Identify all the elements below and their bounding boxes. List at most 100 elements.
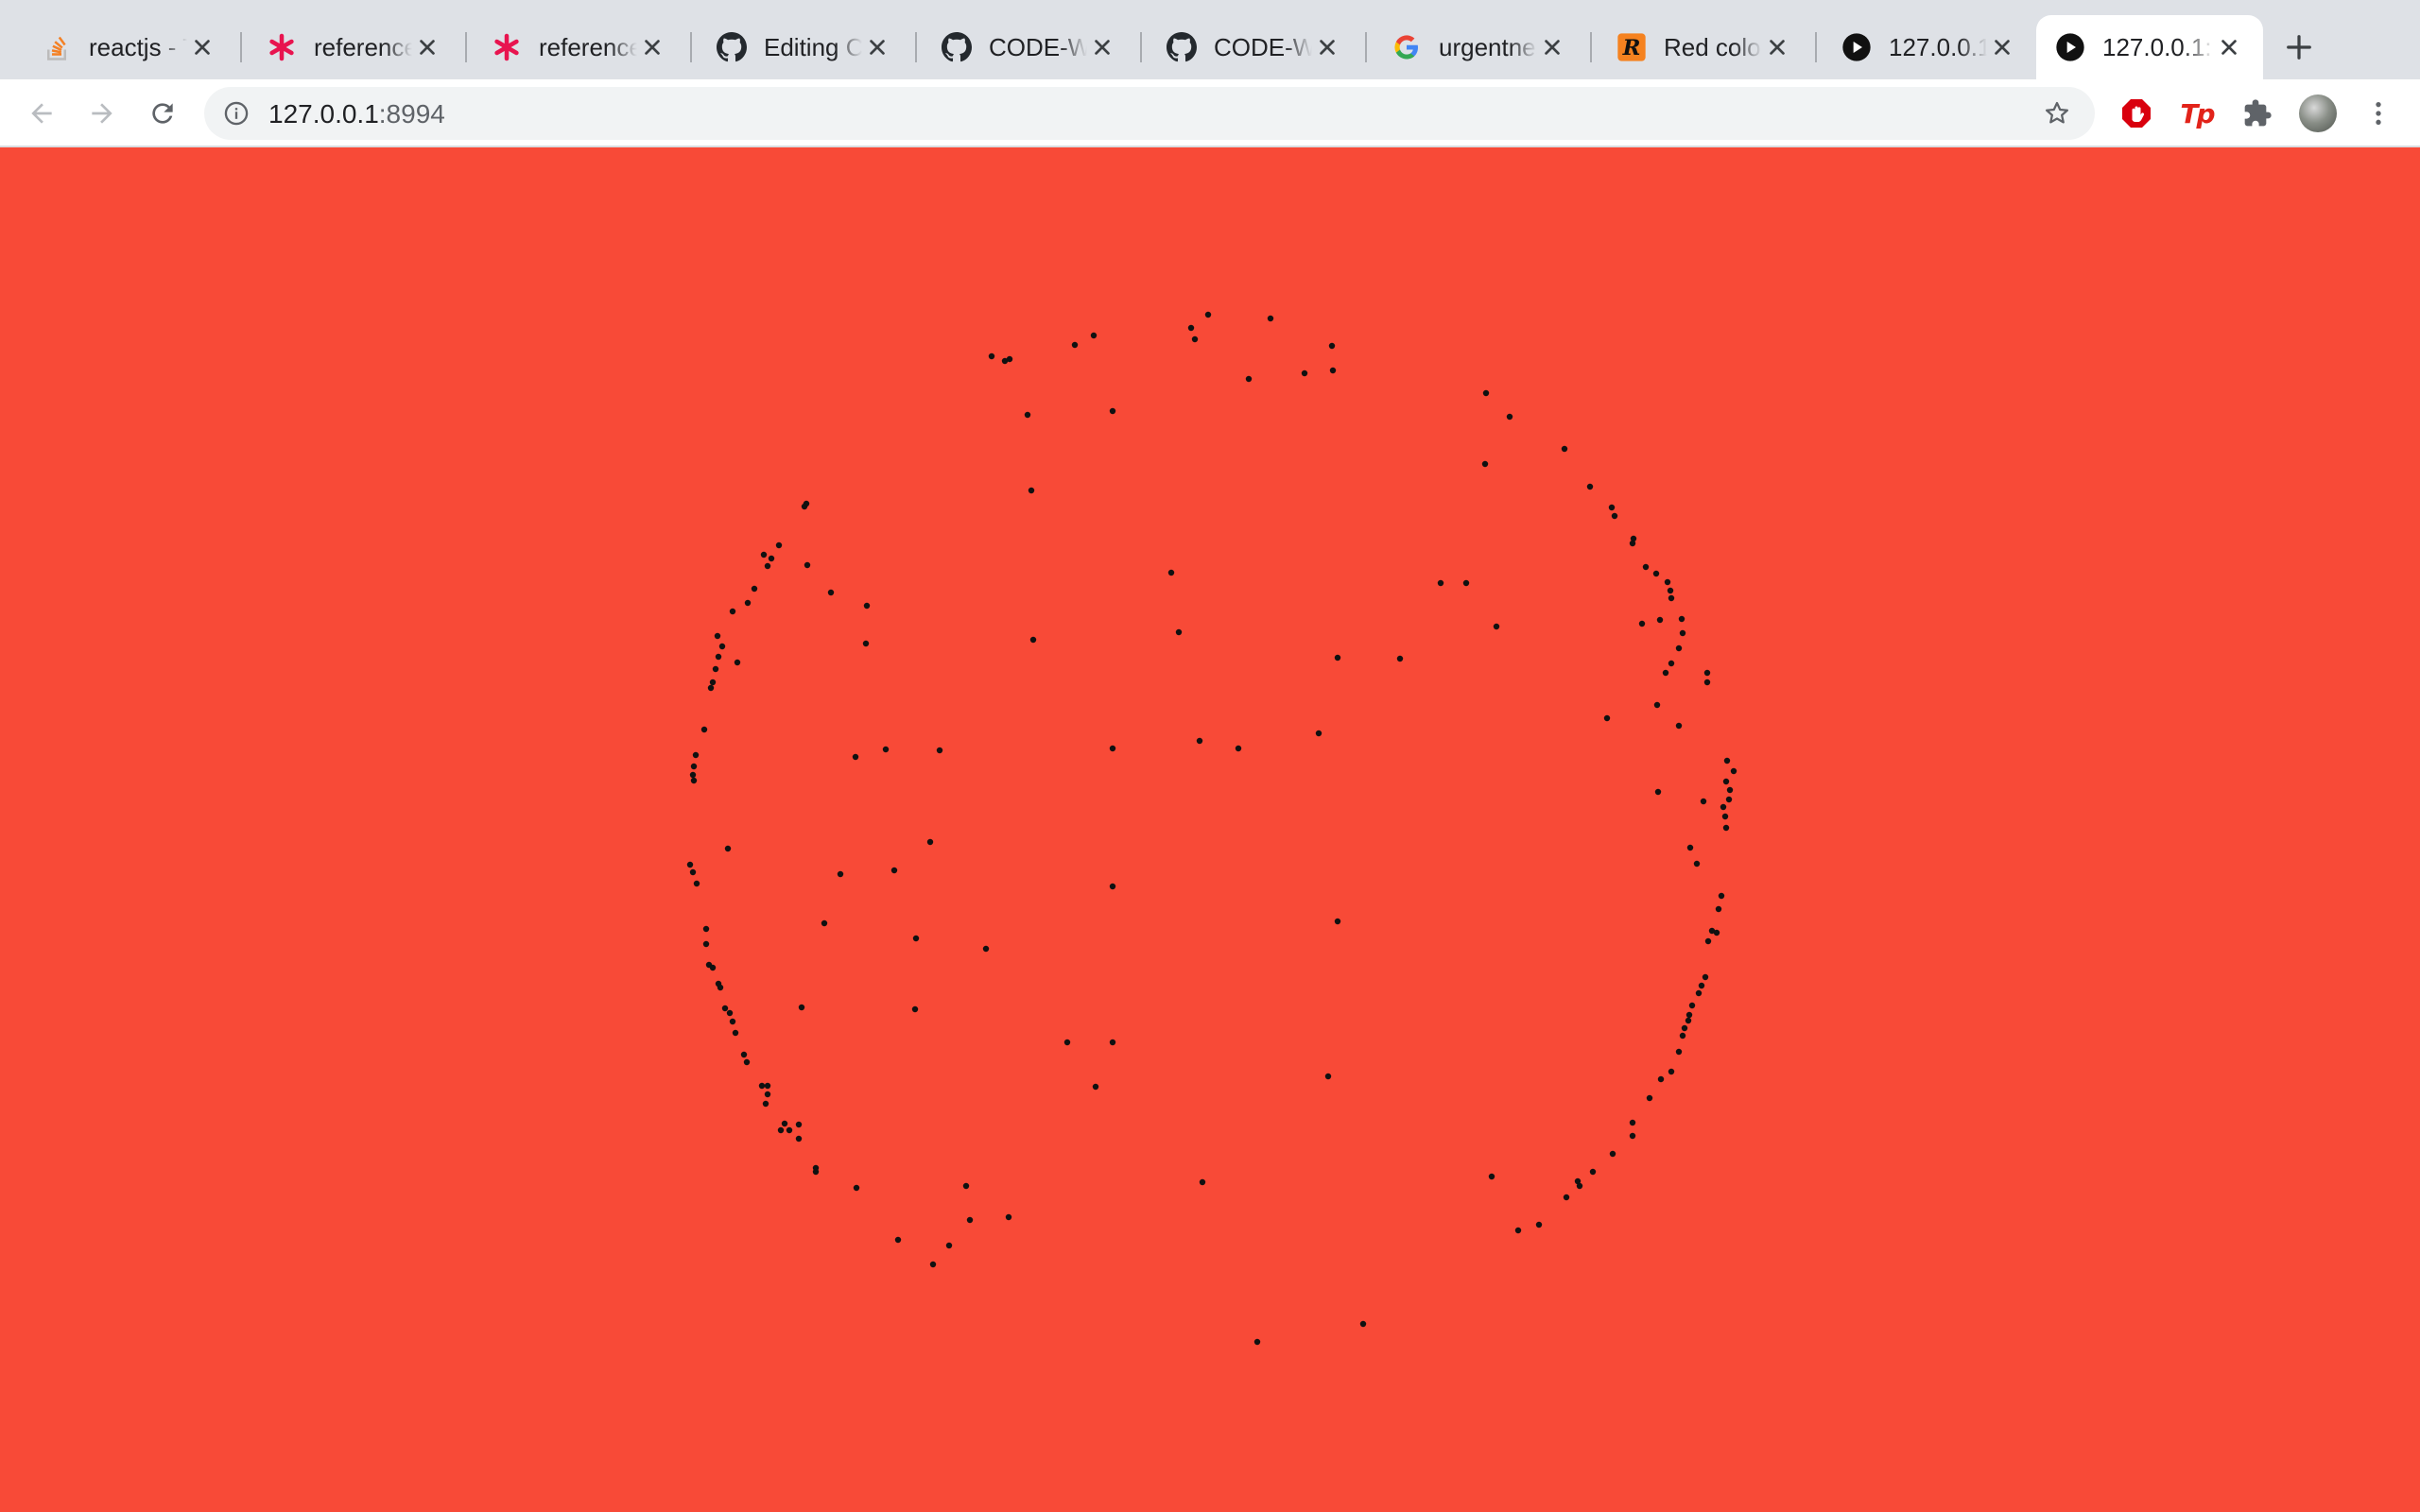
close-icon[interactable] — [1312, 32, 1342, 62]
particle-dot — [821, 919, 828, 927]
particle-dot — [1167, 569, 1175, 576]
particle-dot — [1702, 973, 1709, 981]
particle-dot — [1481, 460, 1489, 468]
arrow-left-icon — [31, 103, 52, 124]
asterisk-icon — [492, 32, 522, 62]
particle-dot — [1024, 411, 1031, 419]
particle-dot — [721, 1005, 729, 1012]
particle-dot — [1589, 1168, 1597, 1176]
particle-dot — [1664, 578, 1671, 586]
close-icon[interactable] — [862, 32, 892, 62]
particle-dot — [1686, 844, 1694, 851]
particle-dot — [862, 640, 870, 647]
particle-dot — [962, 1182, 970, 1190]
close-icon[interactable] — [1087, 32, 1117, 62]
particle-dot — [775, 541, 783, 549]
browser-menu-button[interactable] — [2358, 93, 2399, 134]
url-text[interactable]: 127.0.0.1:8994 — [268, 99, 445, 129]
close-icon[interactable] — [1537, 32, 1567, 62]
particle-dot — [717, 984, 724, 991]
close-icon[interactable] — [1762, 32, 1792, 62]
tab[interactable]: urgentnes — [1373, 15, 1586, 79]
tab[interactable]: R Red color — [1598, 15, 1811, 79]
tab[interactable]: CODE-WO — [923, 15, 1136, 79]
extensions-button[interactable] — [2237, 93, 2278, 134]
back-button[interactable] — [21, 93, 62, 134]
reload-button[interactable] — [142, 93, 183, 134]
particle-dot — [1109, 883, 1116, 890]
particle-dot — [729, 608, 736, 615]
particle-dot — [803, 500, 810, 507]
new-tab-button[interactable] — [2278, 26, 2320, 68]
profile-button[interactable] — [2297, 93, 2339, 134]
particle-dot — [744, 599, 752, 607]
particle-dot — [911, 1005, 919, 1013]
close-icon[interactable] — [637, 32, 667, 62]
particle-dot — [863, 602, 871, 610]
stackoverflow-icon — [42, 32, 72, 62]
tab-active[interactable]: 127.0.0.1: — [2036, 15, 2263, 79]
particle-dot — [1723, 757, 1731, 765]
particle-dot — [812, 1164, 820, 1172]
adblock-extension-button[interactable] — [2116, 93, 2157, 134]
particle-dot — [1703, 679, 1711, 686]
tab[interactable]: Editing CO — [698, 15, 911, 79]
close-icon[interactable] — [187, 32, 217, 62]
particle-dot — [686, 861, 694, 868]
particle-dot — [1668, 1068, 1675, 1075]
tab[interactable]: CODE-WO — [1148, 15, 1361, 79]
tab-separator — [1140, 32, 1142, 62]
particle-dot — [852, 753, 859, 761]
close-icon[interactable] — [412, 32, 442, 62]
particle-dot — [1187, 324, 1195, 332]
bookmark-star-icon[interactable] — [2040, 96, 2074, 130]
particle-dot — [1668, 594, 1675, 602]
particle-dot — [1662, 669, 1669, 677]
particle-dot — [1329, 367, 1337, 374]
tab-separator — [1365, 32, 1367, 62]
particle-dot — [1204, 311, 1212, 318]
kebab-menu-icon — [2376, 102, 2381, 125]
particle-dot — [1629, 540, 1636, 547]
site-info-icon[interactable] — [221, 98, 251, 129]
particle-dot — [1006, 355, 1013, 363]
particle-dot — [1656, 616, 1664, 624]
tab-title: 127.0.0.1: — [1889, 32, 1987, 61]
particle-dot — [1681, 1024, 1688, 1032]
particle-dot — [768, 555, 775, 562]
tab[interactable]: reactjs - T — [23, 15, 236, 79]
particle-dot — [740, 1051, 748, 1058]
close-icon[interactable] — [2214, 32, 2244, 62]
particle-dot — [1725, 796, 1733, 803]
particle-dot — [912, 935, 920, 942]
particle-dot — [1721, 813, 1729, 820]
particle-dot — [1718, 892, 1725, 900]
particle-dot — [1561, 445, 1568, 453]
tab-strip: reactjs - T reference reference Editing CO C… — [0, 0, 2420, 79]
tab-separator — [1815, 32, 1817, 62]
tab[interactable]: 127.0.0.1: — [1823, 15, 2036, 79]
particle-dot — [1611, 512, 1618, 520]
particle-dot — [1668, 660, 1675, 667]
particle-dot — [894, 1236, 902, 1244]
tab[interactable]: reference — [473, 15, 686, 79]
particle-dot — [1488, 1173, 1495, 1180]
particle-dot — [1090, 332, 1098, 339]
tab[interactable]: reference — [248, 15, 461, 79]
play-icon — [1841, 32, 1872, 62]
particle-dot — [1028, 487, 1035, 494]
particle-dot — [1253, 1338, 1261, 1346]
particle-dot — [781, 1120, 788, 1127]
particle-dot — [1722, 824, 1730, 832]
address-bar[interactable]: 127.0.0.1:8994 — [204, 87, 2095, 140]
play-icon — [2055, 32, 2085, 62]
particle-dot — [1646, 1094, 1653, 1102]
particle-dot — [1638, 620, 1646, 627]
close-icon[interactable] — [1987, 32, 2017, 62]
particle-dot — [1334, 654, 1341, 662]
tab-separator — [1590, 32, 1592, 62]
tp-extension-button[interactable]: Tp — [2176, 93, 2218, 134]
particle-dot — [1109, 1039, 1116, 1046]
forward-button[interactable] — [81, 93, 123, 134]
particle-dot — [1328, 342, 1336, 350]
